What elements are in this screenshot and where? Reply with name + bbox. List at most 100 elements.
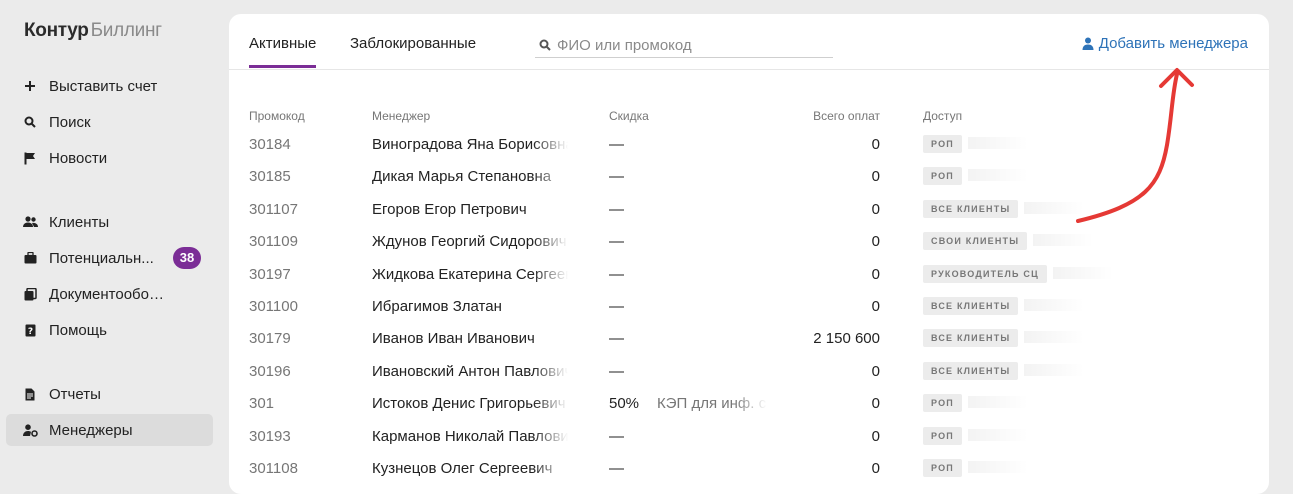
manager-name[interactable]: Ибрагимов Златан <box>372 298 568 315</box>
access-badge: РУКОВОДИТЕЛЬ СЦ <box>923 264 1047 283</box>
table-row[interactable]: 301107 Егоров Егор Петрович — 0 ВСЕ КЛИЕНТЫ <box>229 199 1269 233</box>
table-row[interactable]: 301 Истоков Денис Григорьевич 50% КЭП для и… <box>229 393 1269 427</box>
sidebar-item-label: Менеджеры <box>49 421 133 439</box>
discount-value: — <box>609 200 624 218</box>
access-cell: СВОИ КЛИЕНТЫ <box>923 231 1094 251</box>
table-row[interactable]: 30179 Иванов Иван Иванович — 2 150 600 ВСЕ К… <box>229 329 1269 362</box>
count-badge: 38 <box>173 247 201 269</box>
sidebar-item-news[interactable]: Новости <box>6 142 213 174</box>
access-badge: РОП <box>923 135 962 153</box>
search-icon <box>539 39 551 51</box>
discount-note: КЭП для инф. с <box>657 395 767 413</box>
manager-name[interactable]: Жидкова Екатерина Сергеевна <box>372 266 568 283</box>
table-row[interactable]: 301109 Ждунов Георгий Сидорович — 0 СВОИ КЛИ… <box>229 231 1269 265</box>
access-badge: РОП <box>923 394 962 413</box>
promo-code: 301100 <box>249 298 298 315</box>
sidebar-item-label: Отчеты <box>49 385 101 403</box>
discount-value: 50% <box>609 395 640 413</box>
add-manager-button[interactable]: Добавить менеджера <box>1082 35 1248 52</box>
discount-value: — <box>609 136 624 153</box>
manager-name[interactable]: Кузнецов Олег Сергеевич <box>372 460 568 477</box>
manager-name[interactable]: Истоков Денис Григорьевич <box>372 395 568 412</box>
table-row[interactable]: 30184 Виноградова Яна Борисовна — 0 РОП <box>229 134 1269 168</box>
sidebar-item-potential[interactable]: Потенциальн... 38 <box>6 242 213 274</box>
access-cell: ВСЕ КЛИЕНТЫ <box>923 199 1085 218</box>
search-icon <box>22 116 38 128</box>
access-cell: РОП <box>923 393 1028 413</box>
blurred-region <box>1052 266 1113 279</box>
sidebar-item-documents[interactable]: Документооборот <box>6 278 213 310</box>
payments-total: 0 <box>871 265 880 283</box>
add-manager-label: Добавить менеджера <box>1098 35 1248 52</box>
access-cell: РОП <box>923 166 1028 186</box>
tab-blocked[interactable]: Заблокированные <box>350 35 476 52</box>
blurred-region <box>967 428 1028 441</box>
header-manager[interactable]: Менеджер <box>372 109 430 123</box>
table-row[interactable]: 30197 Жидкова Екатерина Сергеевна — 0 РУКОВО… <box>229 264 1269 298</box>
discount-value: — <box>609 265 624 283</box>
sidebar-item-help[interactable]: ? Помощь <box>6 314 213 346</box>
promo-code: 301108 <box>249 460 298 477</box>
flag-icon <box>22 152 38 165</box>
manager-name[interactable]: Виноградова Яна Борисовна <box>372 136 568 153</box>
svg-text:?: ? <box>27 327 32 337</box>
blurred-region <box>1033 234 1094 247</box>
payments-total: 0 <box>871 460 880 477</box>
table-row[interactable]: 30196 Ивановский Антон Павлович — 0 ВСЕ КЛИЕ… <box>229 361 1269 395</box>
header-promo[interactable]: Промокод <box>249 109 305 123</box>
blurred-region <box>967 169 1028 182</box>
payments-total: 0 <box>871 168 880 186</box>
discount-value: — <box>609 233 624 251</box>
sidebar-item-clients[interactable]: Клиенты <box>6 206 213 238</box>
access-badge: ВСЕ КЛИЕНТЫ <box>923 361 1019 380</box>
access-badge: СВОИ КЛИЕНТЫ <box>923 232 1028 251</box>
sidebar-item-search[interactable]: Поиск <box>6 106 213 138</box>
payments-total: 0 <box>871 362 880 380</box>
payments-total: 0 <box>871 233 880 251</box>
search-field <box>535 33 833 58</box>
manager-name[interactable]: Иванов Иван Иванович <box>372 330 568 347</box>
table-row[interactable]: 30193 Карманов Николай Павлович — 0 РОП <box>229 426 1269 460</box>
payments-total: 0 <box>871 395 880 413</box>
manager-name[interactable]: Ждунов Георгий Сидорович <box>372 233 568 250</box>
blurred-region <box>967 137 1028 150</box>
header-access[interactable]: Доступ <box>923 109 962 123</box>
table-row[interactable]: 301100 Ибрагимов Златан — 0 ВСЕ КЛИЕНТЫ <box>229 297 1269 330</box>
promo-code: 301107 <box>249 200 298 218</box>
sidebar-item-label: Новости <box>49 149 108 167</box>
sidebar-item-managers[interactable]: Менеджеры <box>6 414 213 446</box>
table-row[interactable]: 30185 Дикая Марья Степановна — 0 РОП <box>229 166 1269 200</box>
app-logo[interactable]: Контур Биллинг <box>24 20 162 42</box>
manager-name[interactable]: Ивановский Антон Павлович <box>372 363 568 380</box>
sidebar-item-label: Потенциальн... <box>49 249 154 267</box>
sidebar-item-label: Помощь <box>49 321 107 339</box>
table-row[interactable]: 301108 Кузнецов Олег Сергеевич — 0 РОП <box>229 458 1269 492</box>
help-icon: ? <box>22 324 38 337</box>
access-cell: РОП <box>923 134 1028 153</box>
payments-total: 2 150 600 <box>813 330 880 348</box>
promo-code: 30179 <box>249 330 291 348</box>
manager-name[interactable]: Дикая Марья Степановна <box>372 168 568 185</box>
tab-active[interactable]: Активные <box>249 35 317 68</box>
discount-value: — <box>609 330 624 348</box>
manager-name[interactable]: Егоров Егор Петрович <box>372 201 568 218</box>
sidebar-item-label: Поиск <box>49 113 91 131</box>
discount-value: — <box>609 168 624 186</box>
manager-name[interactable]: Карманов Николай Павлович <box>372 428 568 445</box>
blurred-region <box>1024 331 1085 344</box>
sidebar-item-create-invoice[interactable]: Выставить счет <box>6 70 213 102</box>
access-badge: ВСЕ КЛИЕНТЫ <box>923 199 1019 218</box>
sidebar-item-reports[interactable]: Отчеты <box>6 378 213 410</box>
report-icon <box>22 388 38 401</box>
logo-brand: Контур <box>24 20 89 41</box>
header-discount[interactable]: Скидка <box>609 109 649 123</box>
access-cell: РОП <box>923 458 1028 477</box>
access-cell: ВСЕ КЛИЕНТЫ <box>923 361 1085 380</box>
access-badge: РОП <box>923 426 962 445</box>
payments-total: 0 <box>871 427 880 445</box>
header-payments[interactable]: Всего оплат <box>813 109 880 123</box>
blurred-region <box>1024 299 1085 312</box>
search-input[interactable] <box>557 36 807 54</box>
blurred-region <box>967 461 1028 474</box>
plus-icon <box>22 80 38 92</box>
